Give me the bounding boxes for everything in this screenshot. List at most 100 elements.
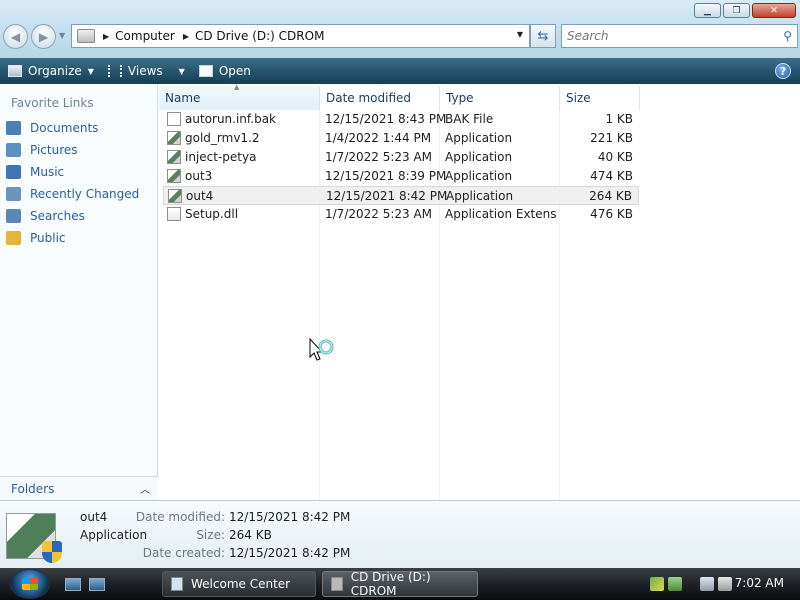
date-created-label: Date created: [142,546,225,560]
sidebar-item-label: Music [30,165,65,179]
search-input[interactable] [562,29,772,43]
date-created-value: 12/15/2021 8:42 PM [229,546,351,560]
column-headers: Name ▲ Date modified Type Size [159,83,800,110]
taskbar: Welcome Center CD Drive (D:) CDROM 7:02 … [0,568,800,600]
column-header-type[interactable]: Type [440,86,560,110]
file-date: 1/7/2022 5:23 AM [325,150,433,164]
chevron-down-icon: ▼ [87,66,94,76]
breadcrumb-computer[interactable]: Computer [115,29,175,43]
sidebar-item-label: Searches [30,209,85,223]
refresh-button[interactable]: ⇆ [530,24,556,48]
file-date: 1/7/2022 5:23 AM [325,207,433,221]
open-button[interactable]: Open [198,64,251,78]
back-button[interactable]: ◀ [3,24,28,49]
windows-logo-icon [22,578,38,590]
close-button[interactable]: ✕ [752,3,796,18]
size-label: Size: [196,528,225,542]
organize-icon [8,65,22,77]
open-label: Open [218,64,251,78]
recent-pages-dropdown[interactable]: ▼ [59,31,65,40]
welcome-center-icon [171,577,183,591]
sidebar-item-searches[interactable]: Searches [6,207,85,225]
date-modified-value: 12/15/2021 8:42 PM [229,510,351,524]
application-icon [167,150,181,164]
views-button[interactable]: Views ▼ [107,64,185,78]
navigation-pane: Favorite Links Documents Pictures Music … [0,84,158,500]
chevron-down-icon[interactable]: ▼ [179,67,185,76]
switch-windows-icon[interactable] [89,578,105,591]
application-icon [168,189,182,203]
views-label: Views [127,64,163,78]
file-date: 12/15/2021 8:42 PM [326,189,448,203]
folders-label: Folders [11,481,55,496]
file-row-selected[interactable]: out4 12/15/2021 8:42 PM Application 264 … [163,186,639,205]
file-name: Setup.dll [185,207,239,221]
file-name: out4 [186,189,214,203]
documents-icon [6,121,21,135]
sidebar-item-label: Pictures [30,143,78,157]
file-name: inject-petya [185,150,257,164]
help-button[interactable]: ? [775,63,791,79]
maximize-button[interactable]: ❐ [723,3,750,18]
sidebar-item-documents[interactable]: Documents [6,119,98,137]
breadcrumb-cd-drive[interactable]: CD Drive (D:) CDROM [195,29,324,43]
dll-icon [167,207,181,221]
taskbar-button-cd-drive[interactable]: CD Drive (D:) CDROM [322,570,478,598]
recently-changed-icon [6,187,21,201]
application-icon [167,169,181,183]
search-icon[interactable]: ⚲ [783,29,792,43]
volume-muted-icon[interactable] [718,577,732,591]
file-row[interactable]: inject-petya 1/7/2022 5:23 AM Applicatio… [163,148,639,167]
file-name: gold_rmv1.2 [185,131,260,145]
file-date: 12/15/2021 8:39 PM [325,169,447,183]
file-row[interactable]: gold_rmv1.2 1/4/2022 1:44 PM Application… [163,129,639,148]
window-controls: ▁ ❐ ✕ [694,3,796,18]
network-disconnected-icon[interactable] [700,577,714,591]
sidebar-item-pictures[interactable]: Pictures [6,141,78,159]
show-desktop-icon[interactable] [65,578,81,591]
file-row[interactable]: autorun.inf.bak 12/15/2021 8:43 PM BAK F… [163,110,639,129]
breadcrumb-separator-icon[interactable]: ▶ [183,32,189,41]
column-header-name[interactable]: Name ▲ [159,83,320,110]
taskbar-button-welcome-center[interactable]: Welcome Center [162,571,316,597]
column-header-size[interactable]: Size [560,86,640,110]
clock[interactable]: 7:02 AM [735,576,784,590]
organize-button[interactable]: Organize ▼ [8,64,94,78]
sidebar-item-music[interactable]: Music [6,163,64,181]
column-header-label: Date modified [326,91,412,105]
file-icon [167,112,181,126]
sidebar-item-public[interactable]: Public [6,229,66,247]
pictures-icon [6,143,21,157]
chevron-up-icon: ︿ [140,485,150,496]
folders-toggle[interactable]: Folders ︿ [0,476,158,500]
file-row[interactable]: Setup.dll 1/7/2022 5:23 AM Application E… [163,205,639,224]
file-list: Name ▲ Date modified Type Size autorun.i… [159,83,800,500]
details-file-type: Application [80,528,148,542]
public-folder-icon [6,231,21,245]
file-row[interactable]: out3 12/15/2021 8:39 PM Application 474 … [163,167,639,186]
file-size: 476 KB [590,207,633,221]
favorite-links-header: Favorite Links [11,96,94,110]
application-icon [167,131,181,145]
updates-icon[interactable] [668,577,682,591]
file-type: Application [446,189,514,203]
searches-icon [6,209,21,223]
file-size: 221 KB [590,131,633,145]
sidebar-item-recently-changed[interactable]: Recently Changed [6,185,139,203]
address-bar[interactable]: ▶ Computer ▶ CD Drive (D:) CDROM ▼ [71,24,530,48]
organize-label: Organize [28,64,82,78]
search-box[interactable]: ⚲ [561,24,798,48]
forward-button[interactable]: ▶ [31,24,56,49]
address-dropdown-icon[interactable]: ▼ [517,30,523,39]
file-type: BAK File [445,112,494,126]
minimize-button[interactable]: ▁ [694,3,721,18]
file-type: Application [445,169,513,183]
open-icon [198,65,213,77]
breadcrumb-separator-icon[interactable]: ▶ [103,32,109,41]
column-header-date-modified[interactable]: Date modified [320,86,440,110]
views-icon [107,65,122,77]
file-size: 1 KB [605,112,633,126]
security-center-icon[interactable] [650,577,664,591]
drive-icon [77,29,95,43]
taskbar-button-label: Welcome Center [191,577,291,591]
